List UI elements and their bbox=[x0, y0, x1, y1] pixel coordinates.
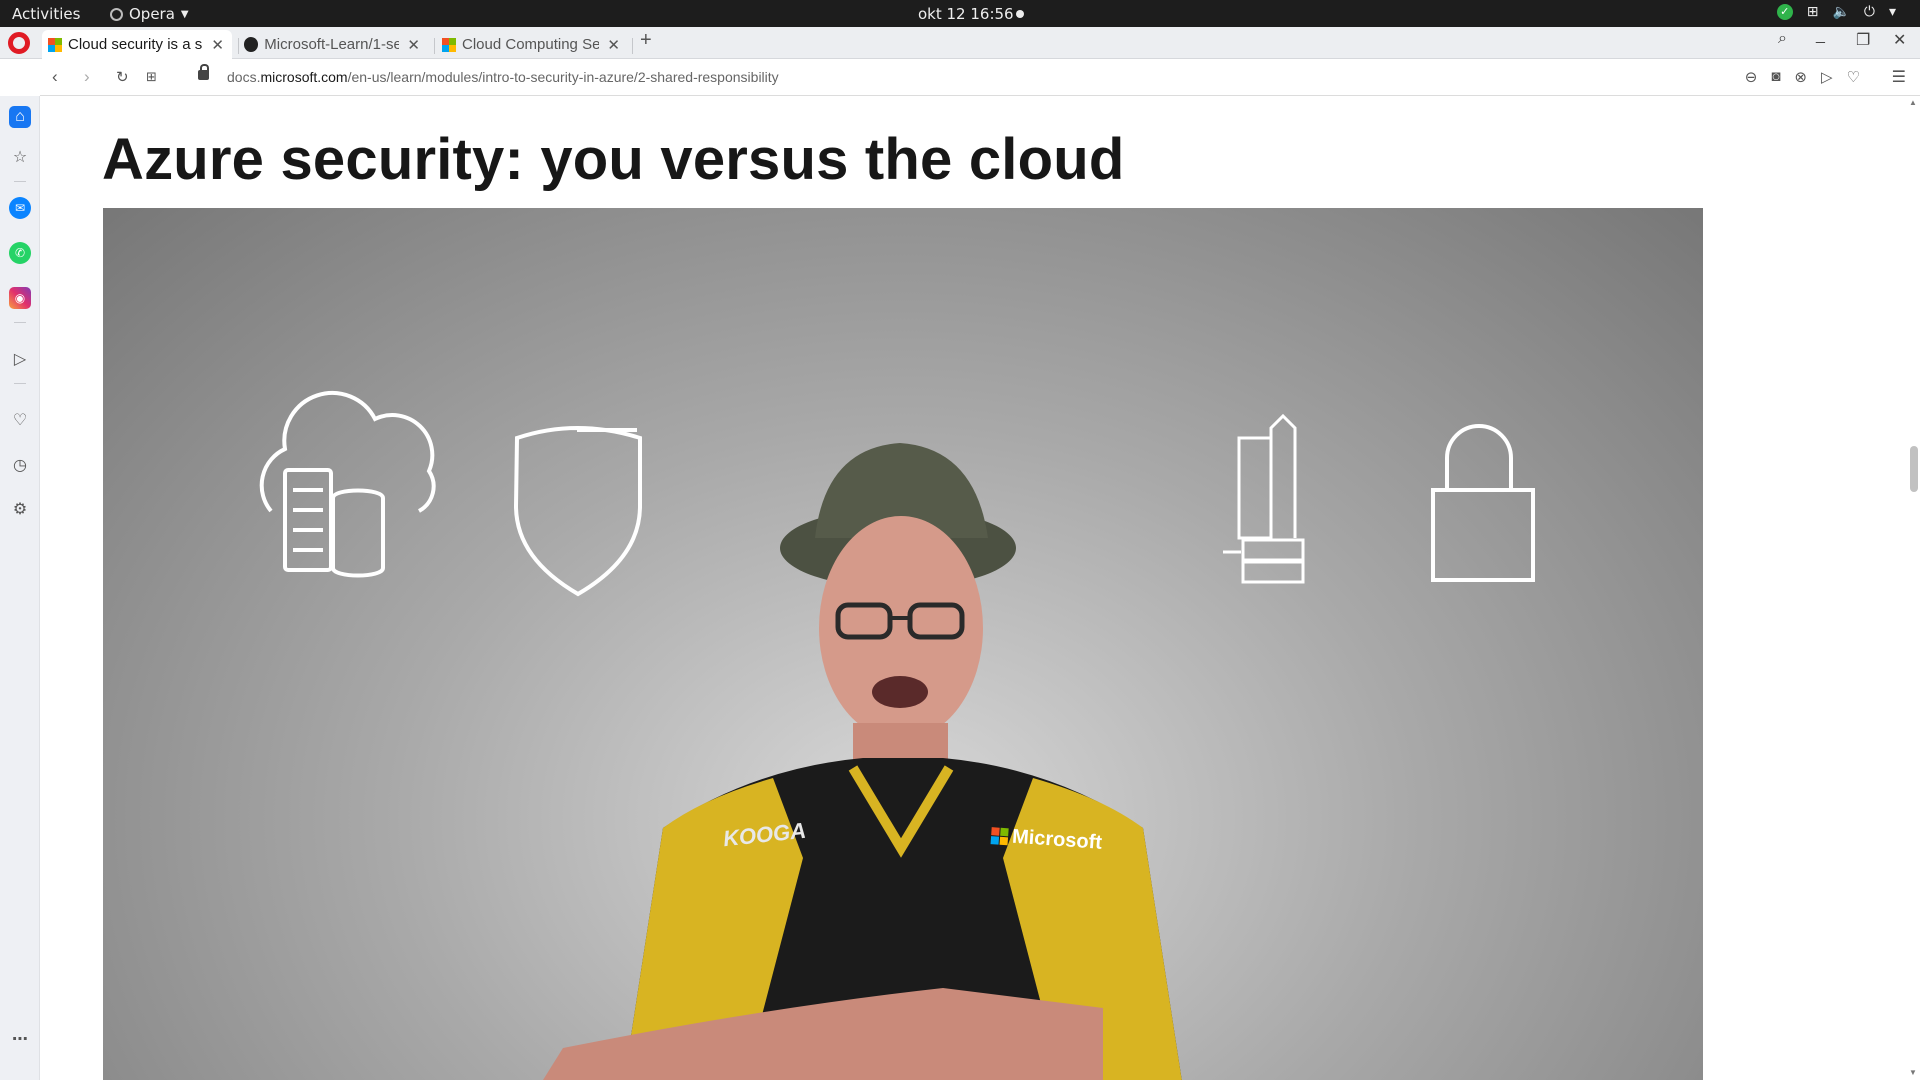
new-tab-plus-icon[interactable]: + bbox=[640, 29, 652, 52]
network-icon[interactable]: ⊞ bbox=[1807, 4, 1819, 20]
back-icon[interactable]: ‹ bbox=[52, 67, 58, 87]
bookmarks-heart-icon[interactable]: ♡ bbox=[9, 409, 31, 431]
vertical-scrollbar[interactable]: ▲ ▼ bbox=[1906, 96, 1920, 1080]
chevron-down-icon[interactable]: ▾ bbox=[1889, 4, 1896, 20]
app-menu[interactable]: Opera ▼ bbox=[110, 5, 189, 23]
close-icon[interactable]: ✕ bbox=[211, 36, 224, 54]
home-icon[interactable]: ⌂ bbox=[9, 106, 31, 128]
close-icon[interactable]: ✕ bbox=[407, 36, 420, 54]
tab-strip: Cloud security is a sh ✕ Microsoft-Learn… bbox=[0, 27, 1920, 59]
lock-icon[interactable] bbox=[198, 64, 209, 80]
tab-separator bbox=[632, 38, 633, 54]
building-server-icon bbox=[1223, 413, 1305, 584]
url-domain: microsoft.com bbox=[260, 69, 348, 85]
app-menu-label: Opera bbox=[129, 5, 175, 23]
github-favicon-icon bbox=[244, 37, 259, 52]
address-bar-actions: ⊖ ◙ ⊗ ▷ ♡ bbox=[1745, 68, 1860, 86]
whatsapp-icon[interactable]: ✆ bbox=[9, 242, 31, 264]
speed-dial-star-icon[interactable]: ☆ bbox=[9, 146, 31, 168]
volume-icon[interactable]: 🔈 bbox=[1832, 4, 1849, 20]
sidebar: ⌂ ☆ ✉ ✆ ◉ ▷ ♡ ◷ ⚙ ⋯ bbox=[0, 96, 40, 1080]
shield-icon bbox=[513, 426, 642, 597]
caret-down-icon: ▼ bbox=[180, 8, 189, 20]
minimize-icon[interactable]: _ bbox=[1816, 27, 1825, 45]
adblock-shield-icon[interactable]: ⊗ bbox=[1794, 68, 1807, 86]
snapshot-camera-icon[interactable]: ◙ bbox=[1771, 68, 1780, 86]
tab-separator bbox=[434, 38, 435, 54]
url-path: /en-us/learn/modules/intro-to-security-i… bbox=[347, 69, 779, 85]
opera-menu-icon[interactable] bbox=[8, 32, 30, 54]
sidebar-divider bbox=[14, 181, 26, 182]
clock[interactable]: okt 12 16:56 bbox=[918, 5, 1014, 23]
scroll-down-arrow-icon[interactable]: ▼ bbox=[1909, 1068, 1917, 1077]
tab-search-icon[interactable]: ⌕ bbox=[1778, 30, 1787, 48]
sidebar-divider bbox=[14, 383, 26, 384]
send-flow-icon[interactable]: ▷ bbox=[9, 348, 31, 370]
page-content: Azure security: you versus the cloud KOO… bbox=[40, 96, 1920, 1080]
activities-button[interactable]: Activities bbox=[12, 5, 80, 23]
history-clock-icon[interactable]: ◷ bbox=[9, 454, 31, 476]
system-top-bar: Activities Opera ▼ okt 12 16:56 ✓ ⊞ 🔈 ⏻ … bbox=[0, 0, 1920, 27]
opera-app-icon bbox=[110, 7, 123, 21]
messenger-icon[interactable]: ✉ bbox=[9, 197, 31, 219]
video-player[interactable]: KOOGA Microsoft bbox=[103, 208, 1703, 1080]
microsoft-logo-icon bbox=[990, 827, 1009, 846]
page-title: Azure security: you versus the cloud bbox=[102, 127, 1125, 192]
video-frame bbox=[259, 390, 1535, 1080]
scroll-up-arrow-icon[interactable]: ▲ bbox=[1909, 98, 1917, 107]
microsoft-favicon-icon bbox=[442, 37, 456, 52]
settings-gear-icon[interactable]: ⚙ bbox=[9, 498, 31, 520]
restore-icon[interactable]: ❐ bbox=[1856, 30, 1870, 50]
close-icon[interactable]: ✕ bbox=[607, 36, 620, 54]
update-status-icon[interactable]: ✓ bbox=[1776, 4, 1793, 20]
cloud-database-icon bbox=[259, 390, 436, 578]
tab-cloud-security[interactable]: Cloud security is a sh ✕ bbox=[42, 30, 232, 59]
tabs-grid-icon[interactable]: ⊞ bbox=[146, 69, 157, 85]
tab-title: Cloud Computing Se bbox=[462, 36, 600, 53]
presenter bbox=[543, 443, 1182, 1080]
system-tray[interactable]: ✓ ⊞ 🔈 ⏻ ▾ bbox=[1776, 4, 1896, 20]
tab-title: Cloud security is a sh bbox=[68, 36, 204, 53]
tab-title: Microsoft-Learn/1-se bbox=[264, 36, 400, 53]
padlock-icon bbox=[1431, 424, 1535, 582]
url-prefix: docs. bbox=[227, 69, 261, 85]
url-field[interactable]: docs.microsoft.com/en-us/learn/modules/i… bbox=[227, 69, 779, 85]
notification-dot-icon bbox=[1016, 10, 1024, 18]
send-icon[interactable]: ▷ bbox=[1821, 68, 1833, 86]
sidebar-divider bbox=[14, 322, 26, 323]
scrollbar-thumb[interactable] bbox=[1910, 446, 1918, 492]
power-icon[interactable]: ⏻ bbox=[1864, 4, 1875, 20]
bookmark-heart-icon[interactable]: ♡ bbox=[1847, 68, 1860, 86]
forward-icon[interactable]: › bbox=[84, 67, 90, 87]
tab-cloud-computing[interactable]: Cloud Computing Se ✕ bbox=[436, 30, 628, 59]
more-ellipsis-icon[interactable]: ⋯ bbox=[9, 1028, 31, 1050]
reload-icon[interactable]: ↻ bbox=[116, 68, 129, 86]
instagram-icon[interactable]: ◉ bbox=[9, 287, 31, 309]
tab-github-microsoft-learn[interactable]: Microsoft-Learn/1-se ✕ bbox=[238, 30, 428, 59]
microsoft-favicon-icon bbox=[48, 37, 62, 52]
easy-setup-menu-icon[interactable]: ☰ bbox=[1892, 67, 1906, 87]
address-bar: ‹ › ↻ ⊞ docs.microsoft.com/en-us/learn/m… bbox=[40, 59, 1920, 96]
close-window-icon[interactable]: ✕ bbox=[1893, 30, 1906, 50]
zoom-icon[interactable]: ⊖ bbox=[1745, 68, 1758, 86]
